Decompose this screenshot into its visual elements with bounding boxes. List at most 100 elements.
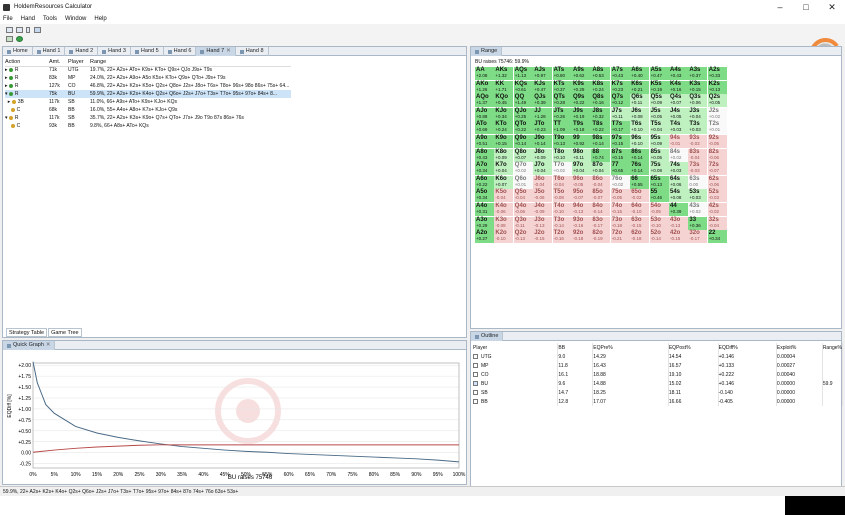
table-row[interactable]: BU 9.6 14.88 15.02 +0.146 0.00000 59.9 <box>473 379 844 388</box>
range-cell[interactable]: 33 +0.36 <box>688 216 708 230</box>
range-cell[interactable]: 93o -0.16 <box>572 216 591 230</box>
range-cell[interactable]: QJo +0.25 <box>513 107 533 121</box>
tab-home[interactable]: Home <box>3 47 33 56</box>
range-cell[interactable]: 84o -0.14 <box>591 203 611 216</box>
range-cell[interactable]: J6o -0.04 <box>533 175 553 189</box>
menu-window[interactable]: Window <box>65 16 86 22</box>
menu-help[interactable]: Help <box>94 16 106 22</box>
range-cell[interactable]: 83o -0.17 <box>591 216 611 230</box>
range-cell[interactable]: 54s +0.08 <box>669 189 688 203</box>
range-cell[interactable]: 63o -0.15 <box>630 216 650 230</box>
range-cell[interactable]: AKs +1.32 <box>494 67 514 80</box>
table-row[interactable]: UTG 9.0 14.29 14.54 +0.146 0.00004 <box>473 352 844 361</box>
range-cell[interactable]: Q8o +0.07 <box>513 148 533 162</box>
range-cell[interactable]: K9s +0.29 <box>572 80 591 94</box>
range-cell[interactable]: T3o -0.14 <box>552 216 572 230</box>
range-cell[interactable]: K2o -0.10 <box>494 230 514 244</box>
range-cell[interactable]: 63s 0.00 <box>688 175 708 189</box>
range-cell[interactable]: K5s +0.19 <box>649 80 669 94</box>
range-cell[interactable]: 98s +0.14 <box>591 135 611 148</box>
range-cell[interactable]: QJs +0.39 <box>533 94 553 108</box>
range-cell[interactable]: KK +1.71 <box>494 80 514 94</box>
range-cell[interactable]: 73o -0.18 <box>610 216 630 230</box>
range-cell[interactable]: 73s -0.03 <box>688 162 708 176</box>
range-cell[interactable]: Q6s +0.11 <box>630 94 650 108</box>
table-row[interactable]: BB 12.8 17.07 16.66 -0.405 0.00000 <box>473 397 844 406</box>
range-cell[interactable]: 96o -0.05 <box>572 175 591 189</box>
range-cell[interactable]: T4s +0.03 <box>669 121 688 135</box>
range-cell[interactable]: A7s +0.43 <box>610 67 630 80</box>
minimize-icon[interactable]: – <box>767 0 793 14</box>
range-cell[interactable]: QTs +0.28 <box>552 94 572 108</box>
range-cell[interactable]: J6s +0.08 <box>630 107 650 121</box>
range-cell[interactable]: A8s +0.53 <box>591 67 611 80</box>
range-cell[interactable]: 95o -0.07 <box>572 189 591 203</box>
tab-range[interactable]: Range <box>471 47 503 56</box>
col-amt[interactable]: Amt. <box>49 58 68 67</box>
tab-game-tree[interactable]: Game Tree <box>48 328 82 337</box>
range-cell[interactable]: AJo +0.88 <box>475 107 494 121</box>
range-cell[interactable]: Q9s +0.22 <box>572 94 591 108</box>
range-cell[interactable]: 74o -0.15 <box>610 203 630 216</box>
table-row[interactable]: CO 16.1 18.88 19.10 +0.222 0.00040 <box>473 370 844 379</box>
range-cell[interactable]: ATs +0.80 <box>552 67 572 80</box>
range-cell[interactable]: Q4s +0.07 <box>669 94 688 108</box>
range-cell[interactable]: K8s +0.24 <box>591 80 611 94</box>
range-cell[interactable]: 82s -0.06 <box>707 148 727 162</box>
range-cell[interactable]: J7o +0.04 <box>533 162 553 176</box>
range-cell[interactable]: J5o -0.06 <box>533 189 553 203</box>
range-cell[interactable]: T7s +0.17 <box>610 121 630 135</box>
range-cell[interactable]: A9s +0.62 <box>572 67 591 80</box>
range-cell[interactable]: Q7s +0.12 <box>610 94 630 108</box>
tab-quick-graph[interactable]: Quick Graph ✕ <box>3 341 56 350</box>
range-cell[interactable]: 64o -0.10 <box>630 203 650 216</box>
col-action[interactable]: Action <box>5 58 49 67</box>
range-cell[interactable]: 98o +0.11 <box>572 148 591 162</box>
range-cell[interactable]: K8o +0.09 <box>494 148 514 162</box>
range-cell[interactable]: K6s +0.21 <box>630 80 650 94</box>
range-cell[interactable]: 92o -0.18 <box>572 230 591 244</box>
range-cell[interactable]: T8o +0.10 <box>552 148 572 162</box>
range-cell[interactable]: A9o +0.51 <box>475 135 494 148</box>
range-cell[interactable]: QQ +1.49 <box>513 94 533 108</box>
range-cell[interactable]: 64s +0.06 <box>669 175 688 189</box>
col-range-pct[interactable]: Range% <box>822 343 844 352</box>
tab-hand-8[interactable]: Hand 8 <box>236 47 269 56</box>
col-player[interactable]: Player <box>473 343 559 352</box>
run-icon[interactable] <box>16 36 23 42</box>
tab-outline[interactable]: Outline <box>471 332 504 341</box>
range-cell[interactable]: A4o +0.31 <box>475 203 494 216</box>
range-cell[interactable]: 86o -0.04 <box>591 175 611 189</box>
table-row[interactable]: SB 14.7 18.25 18.11 -0.140 0.00000 <box>473 388 844 397</box>
range-cell[interactable]: 97o +0.04 <box>572 162 591 176</box>
range-cell[interactable]: 97s +0.15 <box>610 135 630 148</box>
range-cell[interactable]: KQs +0.61 <box>513 80 533 94</box>
range-cell[interactable]: T4o -0.10 <box>552 203 572 216</box>
player-checkbox-checked[interactable] <box>473 380 478 386</box>
range-cell[interactable]: 62s -0.06 <box>707 175 727 189</box>
new-file-icon[interactable] <box>16 27 23 33</box>
table-row[interactable]: C 68k BB 16.0%, 55+ A4s+ A8o+ K7s+ KJo+ Q9s <box>5 106 291 114</box>
range-cell[interactable]: 52s -0.03 <box>707 189 727 203</box>
range-cell[interactable]: A3s +0.37 <box>688 67 708 80</box>
range-cell[interactable]: K4s +0.16 <box>669 80 688 94</box>
range-cell[interactable]: J2s +0.02 <box>707 107 727 121</box>
range-cell[interactable]: A7o +0.34 <box>475 162 494 176</box>
range-cell[interactable]: Q5o -0.04 <box>513 189 533 203</box>
table-row[interactable]: ▾ R 117k SB 35.7%, 22+ A2s+ K3s+ K9o+ Q7s+ … <box>5 114 291 122</box>
range-cell[interactable]: KJs +0.47 <box>533 80 553 94</box>
range-cell[interactable]: 77 +0.65 <box>610 162 630 176</box>
range-cell[interactable]: 53s +0.03 <box>688 189 708 203</box>
tab-hand-6[interactable]: Hand 6 <box>164 47 197 56</box>
range-cell[interactable]: A6o +0.22 <box>475 175 494 189</box>
range-cell[interactable]: 92s -0.05 <box>707 135 727 148</box>
player-checkbox[interactable] <box>473 389 478 395</box>
range-cell[interactable]: 76s +0.14 <box>630 162 650 176</box>
range-cell[interactable]: 62o -0.18 <box>630 230 650 244</box>
range-cell[interactable]: Q4o -0.06 <box>513 203 533 216</box>
range-cell[interactable]: T6o -0.04 <box>552 175 572 189</box>
table-row[interactable]: C 93k BB 9.8%, 66+ A8s+ ATo+ KQs <box>5 122 291 130</box>
range-cell[interactable]: 86s +0.14 <box>630 148 650 162</box>
col-eq-post[interactable]: EQPost% <box>668 343 719 352</box>
range-cell[interactable]: AQs +1.13 <box>513 67 533 80</box>
